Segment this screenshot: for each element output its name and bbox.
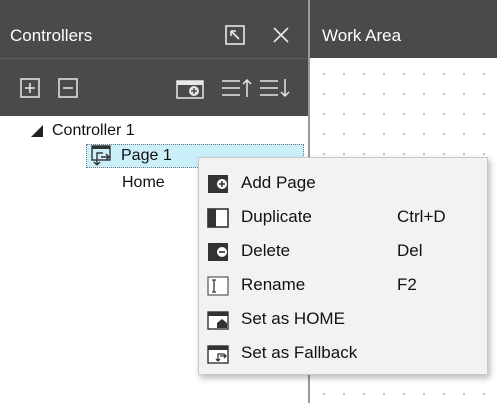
- menu-item-label: Delete: [241, 241, 291, 260]
- close-icon[interactable]: [270, 24, 292, 46]
- menu-item-label: Set as HOME: [241, 309, 345, 328]
- menu-item-label: Rename: [241, 275, 306, 294]
- menu-item-label: Set as Fallback: [241, 343, 358, 362]
- menu-item-delete[interactable]: Delete Del: [199, 234, 487, 268]
- menu-item-label: Duplicate: [241, 207, 312, 226]
- menu-item-duplicate[interactable]: Duplicate Ctrl+D: [199, 200, 487, 234]
- menu-item-add-page[interactable]: Add Page: [199, 166, 487, 200]
- add-page-icon[interactable]: [176, 77, 206, 99]
- menu-item-shortcut: Del: [397, 241, 423, 260]
- add-page-icon: [208, 175, 228, 193]
- tree-item-controller-1[interactable]: Controller 1: [30, 120, 135, 142]
- work-area-title: Work Area: [322, 26, 402, 45]
- menu-item-shortcut: F2: [397, 275, 417, 294]
- controllers-header: Controllers: [0, 0, 308, 58]
- controllers-toolbar: [0, 58, 308, 116]
- tree-item-home[interactable]: Home: [122, 174, 165, 196]
- undock-icon[interactable]: [224, 24, 246, 46]
- menu-item-set-as-home[interactable]: Set as HOME: [199, 302, 487, 336]
- set-home-icon: [207, 311, 229, 330]
- tree-item-label: Controller 1: [52, 122, 135, 139]
- duplicate-icon: [207, 208, 229, 228]
- work-area-header: Work Area: [310, 0, 497, 58]
- menu-item-rename[interactable]: Rename F2: [199, 268, 487, 302]
- collapse-all-icon[interactable]: [58, 77, 78, 99]
- context-menu: Add Page Duplicate Ctrl+D Delete Del Ren…: [198, 157, 488, 375]
- menu-item-label: Add Page: [241, 173, 316, 192]
- menu-item-shortcut: Ctrl+D: [397, 207, 446, 226]
- sort-down-icon[interactable]: [258, 77, 290, 99]
- menu-item-set-as-fallback[interactable]: Set as Fallback: [199, 336, 487, 370]
- expand-all-icon[interactable]: [20, 77, 40, 99]
- controllers-title: Controllers: [10, 26, 93, 45]
- rename-icon: [207, 276, 229, 296]
- fallback-page-icon: [91, 145, 111, 166]
- set-fallback-icon: [207, 345, 229, 364]
- tree-item-label: Home: [122, 174, 165, 191]
- tree-item-label: Page 1: [121, 147, 172, 164]
- sort-up-icon[interactable]: [220, 77, 252, 99]
- collapse-arrow-icon[interactable]: [30, 124, 44, 138]
- delete-icon: [208, 243, 228, 261]
